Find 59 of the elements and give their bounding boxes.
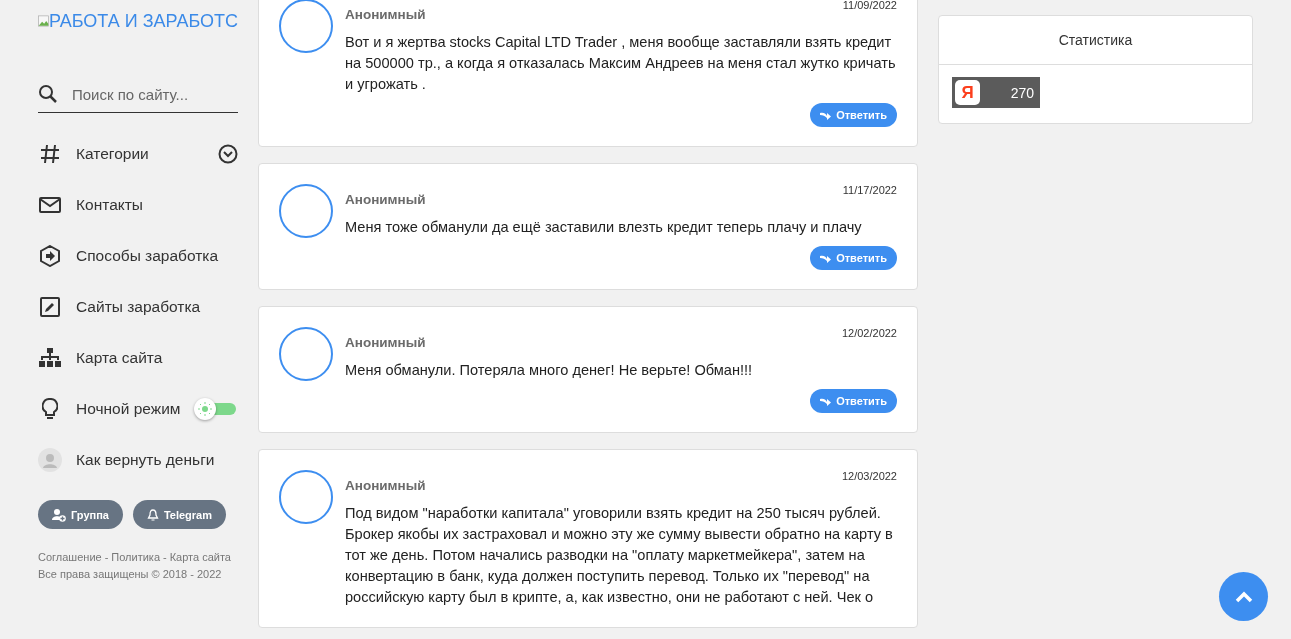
hexagon-arrow-icon	[40, 244, 60, 267]
search-icon	[38, 84, 58, 104]
reply-button[interactable]: Ответить	[810, 389, 897, 413]
footer-link[interactable]: Соглашение	[38, 551, 102, 563]
bell-icon	[146, 508, 159, 521]
menu-item[interactable]: Контакты	[76, 195, 143, 214]
avatar-icon	[38, 447, 62, 472]
comment-date: 12/03/2022	[841, 470, 897, 482]
comment-author: Анонимный	[345, 478, 426, 493]
counter-logo: Я	[955, 80, 980, 105]
menu-item[interactable]: Ночной режим	[76, 399, 181, 418]
chevron-icon[interactable]	[218, 143, 238, 164]
comment-text: Меня тоже обманули да ещё заставили влезть кредит теперь плачу и плачу	[345, 218, 863, 237]
comment-date: 11/17/2022	[842, 184, 897, 196]
copyright-text: Все права защищены © 2018 - 2022	[38, 567, 223, 582]
lightbulb-icon	[42, 397, 58, 420]
comment-date: 12/02/2022	[841, 327, 897, 339]
panel-title: Статистика	[939, 16, 1252, 65]
broken-image-icon	[38, 13, 49, 29]
edit-icon	[40, 296, 60, 317]
scroll-top-button[interactable]	[1219, 572, 1268, 621]
sun-icon	[198, 401, 212, 416]
comment-author: Анонимный	[345, 192, 426, 207]
avatar-circle	[279, 470, 333, 524]
reply-button[interactable]: Ответить	[810, 246, 897, 270]
avatar-circle	[279, 0, 333, 53]
footer-link[interactable]: Политика	[111, 551, 161, 563]
reply-arrow-icon	[820, 110, 832, 120]
comment-text: Вот и я жертва stocks Capital LTD Trader , меня вообще заставляли взять кредит на 500000 тр., а когда я отказалась Максим Андреев на меня стал жутко кричать и угрожать .	[345, 33, 897, 94]
menu-item[interactable]: Карта сайта	[76, 348, 163, 367]
comment-text: Меня обманули. Потеряла много денег! Не верьте! Обман!!!	[345, 361, 754, 380]
night-mode-toggle[interactable]	[194, 397, 236, 420]
reply-arrow-icon	[820, 253, 832, 263]
add-user-icon	[52, 507, 66, 522]
comment-author: Анонимный	[345, 335, 426, 350]
reply-arrow-icon	[820, 396, 832, 406]
reply-button[interactable]: Ответить	[810, 103, 897, 127]
logo-alt-text[interactable]: РАБОТА И ЗАРАБОТС	[48, 10, 238, 32]
social-button[interactable]: Telegram	[132, 500, 226, 529]
avatar-circle	[279, 184, 333, 238]
counter-value: 270	[1010, 84, 1034, 101]
menu-item[interactable]: Сайты заработка	[76, 297, 201, 316]
visit-counter[interactable]: Я 270	[952, 77, 1040, 108]
hash-icon	[39, 142, 61, 165]
menu-item[interactable]: Способы заработка	[76, 246, 219, 265]
avatar-circle	[279, 327, 333, 381]
sitemap-icon	[38, 347, 62, 368]
footer-link[interactable]: Карта сайта	[169, 551, 231, 563]
menu-item[interactable]: Категории	[76, 144, 149, 163]
mail-icon	[39, 196, 61, 213]
separator: -	[163, 551, 167, 563]
menu-item[interactable]: Как вернуть деньги	[76, 450, 215, 469]
social-button[interactable]: Группа	[38, 500, 123, 529]
search-field[interactable]: Поиск по сайту...	[70, 84, 224, 104]
comment-author: Анонимный	[345, 7, 426, 22]
separator: -	[104, 551, 109, 563]
caret-up-icon	[1234, 590, 1253, 603]
comment-date: 11/09/2022	[842, 0, 897, 11]
comment-text: Под видом "наработки капитала" уговорили взять кредит на 250 тысяч рублей. Брокер якобы их застраховал и можно эту же сумму вывести обратно на карту в тот же день. Потом начались разводки на "оплату маркетмейкера", затем на конвертацию в банк, куда должен поступить перевод. Только их "перевод" на российскую карту был в крипте, а, как известно, они не работают с ней. Чек о	[345, 504, 894, 607]
